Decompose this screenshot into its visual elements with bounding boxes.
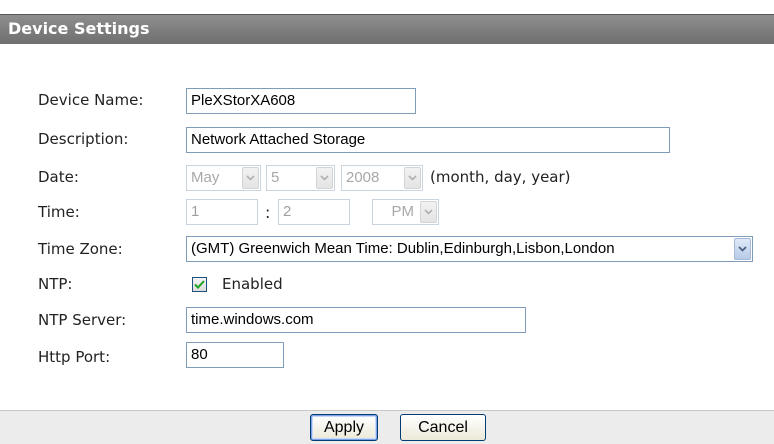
- ntp-label: NTP:: [38, 275, 73, 293]
- checkmark-icon: [194, 280, 205, 289]
- ntp-enabled-checkbox[interactable]: [192, 277, 207, 292]
- chevron-down-icon: [316, 167, 333, 189]
- chevron-down-icon[interactable]: [734, 238, 751, 260]
- date-month-select: May: [186, 165, 261, 191]
- device-name-field[interactable]: PleXStorXA608: [186, 88, 416, 114]
- apply-button[interactable]: Apply: [310, 414, 378, 441]
- time-label: Time:: [38, 203, 80, 221]
- time-minute-field: 2: [278, 199, 350, 225]
- settings-form: Device Name: PleXStorXA608 Description: …: [0, 44, 774, 410]
- time-zone-select[interactable]: (GMT) Greenwich Mean Time: Dublin,Edinbu…: [186, 236, 753, 262]
- date-year-select: 2008: [341, 165, 423, 191]
- section-header: Device Settings: [0, 14, 774, 44]
- description-label: Description:: [38, 130, 129, 148]
- cancel-button[interactable]: Cancel: [400, 414, 486, 441]
- ntp-server-label: NTP Server:: [38, 311, 127, 329]
- ntp-enabled-label[interactable]: Enabled: [222, 275, 283, 293]
- date-format-hint: (month, day, year): [430, 168, 571, 186]
- date-day-select: 5: [266, 165, 335, 191]
- chevron-down-icon: [420, 201, 437, 223]
- time-ampm-select: PM: [372, 199, 439, 225]
- chevron-down-icon: [404, 167, 421, 189]
- device-name-label: Device Name:: [38, 91, 144, 109]
- time-ampm-value: PM: [391, 203, 415, 220]
- http-port-field[interactable]: 80: [186, 342, 284, 368]
- description-field[interactable]: Network Attached Storage: [186, 127, 670, 153]
- page-title: Device Settings: [8, 19, 150, 38]
- date-month-value: May: [191, 169, 220, 186]
- http-port-label: Http Port:: [38, 348, 111, 366]
- date-year-value: 2008: [346, 169, 380, 186]
- time-hour-field: 1: [186, 199, 258, 225]
- top-margin: [0, 0, 774, 14]
- date-label: Date:: [38, 168, 79, 186]
- chevron-down-icon: [242, 167, 259, 189]
- time-separator: :: [265, 203, 271, 222]
- date-day-value: 5: [271, 169, 280, 186]
- ntp-server-field[interactable]: time.windows.com: [186, 307, 526, 333]
- time-zone-label: Time Zone:: [38, 240, 123, 258]
- button-bar: Apply Cancel: [0, 410, 774, 444]
- time-zone-value: (GMT) Greenwich Mean Time: Dublin,Edinbu…: [191, 240, 615, 257]
